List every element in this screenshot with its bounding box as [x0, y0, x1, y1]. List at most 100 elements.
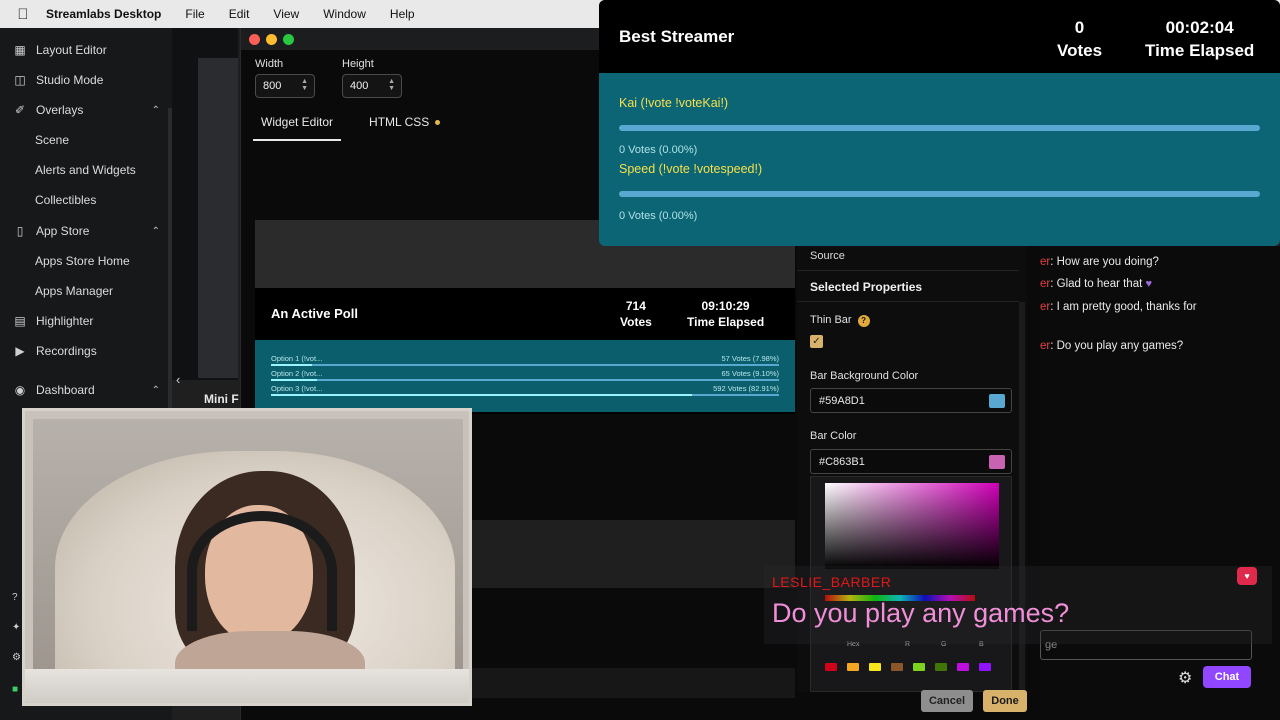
poll-overlay-time-value: 00:02:04 — [1165, 18, 1234, 37]
preview-time-value: 09:10:29 — [701, 299, 750, 313]
option-bar-fill — [271, 394, 693, 396]
poll-overlay-votes: 0 Votes — [1057, 16, 1102, 62]
option-bar — [271, 379, 779, 381]
preset-swatch[interactable] — [935, 663, 947, 671]
chat-username[interactable]: er — [1040, 340, 1050, 352]
sidebar-item-recordings[interactable]: ▶ Recordings — [0, 336, 172, 366]
sidebar-item-scene[interactable]: Scene — [0, 125, 172, 155]
poll-overlay-time-label: Time Elapsed — [1145, 41, 1255, 60]
sidebar-item-studio-mode[interactable]: ◫ Studio Mode — [0, 65, 172, 95]
settings-icon[interactable]: ⚙ — [12, 652, 22, 663]
height-input[interactable]: 400 ▲ ▼ — [342, 74, 402, 98]
cancel-button[interactable]: Cancel — [921, 690, 973, 712]
menu-edit[interactable]: Edit — [229, 7, 250, 21]
bar-color-input[interactable]: #C863B1 — [810, 449, 1012, 474]
option-votes: 57 Votes (7.98%) — [721, 354, 779, 363]
preset-swatch[interactable] — [825, 663, 837, 671]
gear-icon[interactable]: ⚙ — [1178, 668, 1192, 688]
highlighter-icon: ▤ — [14, 314, 26, 328]
tab-widget-editor[interactable]: Widget Editor — [253, 112, 342, 141]
apple-icon[interactable]:  — [0, 6, 46, 23]
done-button[interactable]: Done — [983, 690, 1027, 712]
brush-icon: ✐ — [14, 103, 26, 117]
preview-time: 09:10:29 Time Elapsed — [687, 298, 764, 330]
sidebar-item-layout-editor[interactable]: ▦ Layout Editor — [0, 35, 172, 65]
chat-text: : How are you doing? — [1050, 256, 1159, 268]
bar-bg-color-swatch[interactable] — [989, 394, 1005, 408]
chat-text: : Do you play any games? — [1050, 340, 1184, 352]
preset-swatch[interactable] — [957, 663, 969, 671]
bar-color-label: Bar Color — [810, 430, 857, 442]
menu-window[interactable]: Window — [323, 7, 366, 21]
menu-app-name[interactable]: Streamlabs Desktop — [46, 7, 161, 21]
option-label: Option 1 (!vot... — [271, 354, 323, 363]
highlight-username: LESLIE_BARBER — [772, 574, 892, 590]
sidebar-item-label: Overlays — [36, 103, 84, 117]
chat-message: er: Do you play any games? — [1040, 339, 1240, 354]
sidebar-item-label: Alerts and Widgets — [35, 163, 136, 177]
close-window-icon[interactable] — [249, 33, 260, 45]
chat-username[interactable]: er — [1040, 256, 1050, 268]
bar-color-swatch[interactable] — [989, 455, 1005, 469]
sidebar-item-apps-store-home[interactable]: Apps Store Home — [0, 246, 172, 276]
sidebar-item-label: Apps Store Home — [35, 254, 130, 268]
bar-bg-color-label: Bar Background Color — [810, 370, 919, 382]
sidebar-item-label: App Store — [36, 224, 90, 238]
sidebar-item-alerts-widgets[interactable]: Alerts and Widgets — [0, 155, 172, 185]
stepper-icon[interactable]: ▲ ▼ — [301, 78, 308, 92]
kick-icon[interactable]: ■ — [12, 684, 22, 695]
editor-tabs: Widget Editor HTML CSS — [253, 112, 448, 141]
preview-votes: 714 Votes — [620, 298, 652, 330]
option-votes: 65 Votes (9.10%) — [721, 369, 779, 378]
help-circle-icon[interactable]: ? — [12, 592, 22, 603]
sidebar-item-collectibles[interactable]: Collectibles — [0, 185, 172, 215]
option-label: Option 3 (!vot... — [271, 384, 323, 393]
bar-color-value: #C863B1 — [819, 455, 865, 468]
sidebar-item-label: Recordings — [36, 344, 97, 358]
poll-overlay-time: 00:02:04 Time Elapsed — [1145, 16, 1254, 62]
poll-overlay-votes-value: 0 — [1074, 18, 1085, 37]
maximize-window-icon[interactable] — [283, 33, 294, 45]
menu-help[interactable]: Help — [390, 7, 415, 21]
saturation-field[interactable] — [825, 483, 999, 569]
minimize-window-icon[interactable] — [266, 33, 277, 45]
sidebar-item-overlays[interactable]: ✐ Overlays ⌃ — [0, 95, 172, 125]
sparkle-icon[interactable]: ✦ — [12, 622, 22, 633]
chat-button[interactable]: Chat — [1203, 666, 1251, 688]
sidebar-item-dashboard[interactable]: ◉ Dashboard ⌃ — [0, 375, 172, 405]
chevron-left-icon[interactable]: ‹ — [176, 372, 180, 387]
menu-file[interactable]: File — [185, 7, 204, 21]
dashboard-icon: ◉ — [14, 383, 26, 397]
stepper-icon[interactable]: ▲ ▼ — [388, 78, 395, 92]
chat-username[interactable]: er — [1040, 301, 1050, 313]
chevron-up-icon: ⌃ — [151, 225, 160, 237]
studio-mode-icon: ◫ — [14, 73, 26, 87]
thin-bar-checkbox[interactable]: ✓ — [810, 335, 823, 348]
poll-option-bar — [619, 191, 1260, 197]
editor-strip — [198, 58, 238, 378]
option-label: Option 2 (!vot... — [271, 369, 323, 378]
option-bar-fill — [271, 379, 318, 381]
purple-heart-icon: ♥ — [1145, 278, 1153, 290]
source-label[interactable]: Source — [810, 250, 845, 262]
preset-swatch[interactable] — [847, 663, 859, 671]
sidebar-item-apps-manager[interactable]: Apps Manager — [0, 276, 172, 306]
sidebar-item-label: Collectibles — [35, 193, 97, 207]
preset-swatch[interactable] — [979, 663, 991, 671]
menu-view[interactable]: View — [273, 7, 299, 21]
chevron-up-icon: ⌃ — [151, 384, 160, 396]
preset-swatch[interactable] — [891, 663, 903, 671]
preset-swatch[interactable] — [869, 663, 881, 671]
option-bar — [271, 394, 779, 396]
help-icon[interactable]: ? — [857, 315, 870, 327]
chat-message: er: I am pretty good, thanks for — [1040, 300, 1240, 315]
sidebar-item-highlighter[interactable]: ▤ Highlighter — [0, 306, 172, 336]
sidebar-item-app-store[interactable]: ▯ App Store ⌃ — [0, 216, 172, 246]
poll-preview: An Active Poll 714 Votes 09:10:29 Time E… — [255, 288, 795, 414]
tab-html-css[interactable]: HTML CSS — [361, 112, 448, 141]
chat-username[interactable]: er — [1040, 278, 1050, 290]
preview-option-row: Option 1 (!vot... 57 Votes (7.98%) — [271, 354, 779, 363]
width-input[interactable]: 800 ▲ ▼ — [255, 74, 315, 98]
preset-swatch[interactable] — [913, 663, 925, 671]
bar-bg-color-input[interactable]: #59A8D1 — [810, 388, 1012, 413]
